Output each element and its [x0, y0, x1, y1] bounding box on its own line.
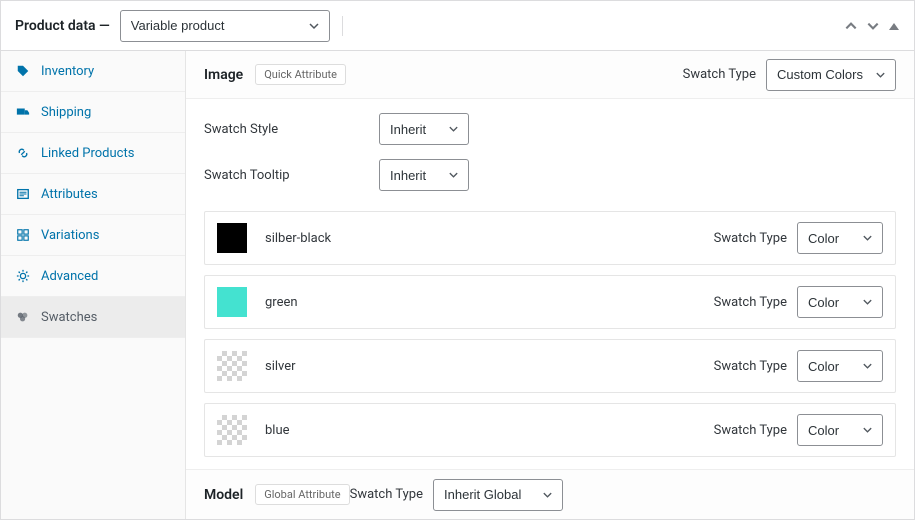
- sidebar-item-linked-products[interactable]: Linked Products: [1, 133, 185, 174]
- sidebar-item-label: Linked Products: [41, 146, 134, 161]
- option-label: Swatch Style: [204, 122, 379, 137]
- swatch-type-label: Swatch Type: [683, 67, 756, 82]
- row-swatch-type-label: Swatch Type: [714, 231, 787, 246]
- product-type-select[interactable]: Variable product: [120, 10, 330, 42]
- option-label: Swatch Tooltip: [204, 168, 379, 183]
- triangle-up-icon[interactable]: [888, 20, 900, 32]
- color-row[interactable]: blue Swatch Type Color: [204, 403, 896, 457]
- section-title: Image: [204, 67, 243, 83]
- sidebar-item-variations[interactable]: Variations: [1, 215, 185, 256]
- sidebar-item-inventory[interactable]: Inventory: [1, 51, 185, 92]
- color-swatch: [217, 351, 247, 381]
- color-name: silber-black: [265, 231, 331, 246]
- section-title: Model: [204, 487, 243, 503]
- option-swatch-tooltip: Swatch Tooltip Inherit: [204, 159, 896, 191]
- divider: [342, 16, 343, 36]
- attribute-badge: Quick Attribute: [255, 64, 346, 85]
- swatch-tooltip-select[interactable]: Inherit: [379, 159, 469, 191]
- section-header-model: Model Global Attribute Swatch Type Inher…: [186, 469, 914, 519]
- swatches-icon: [15, 309, 31, 325]
- row-swatch-type-select[interactable]: Color: [797, 222, 883, 254]
- sidebar-item-shipping[interactable]: Shipping: [1, 92, 185, 133]
- content-area: Image Quick Attribute Swatch Type Custom…: [186, 51, 914, 519]
- tag-icon: [15, 63, 31, 79]
- color-name: green: [265, 295, 298, 310]
- swatch-type-select[interactable]: Inherit Global: [433, 479, 563, 511]
- chevron-up-icon[interactable]: [844, 19, 858, 33]
- row-swatch-type-label: Swatch Type: [714, 423, 787, 438]
- color-name: silver: [265, 359, 296, 374]
- color-swatch: [217, 415, 247, 445]
- row-swatch-type-select[interactable]: Color: [797, 350, 883, 382]
- color-swatch: [217, 223, 247, 253]
- attribute-badge: Global Attribute: [255, 484, 349, 505]
- color-list: silber-black Swatch Type Color green Swa…: [186, 211, 914, 467]
- truck-icon: [15, 104, 31, 120]
- options-block: Swatch Style Inherit Swatch Tooltip Inhe…: [186, 99, 914, 211]
- sidebar-item-label: Inventory: [41, 64, 94, 79]
- row-swatch-type-label: Swatch Type: [714, 359, 787, 374]
- color-row[interactable]: silver Swatch Type Color: [204, 339, 896, 393]
- row-swatch-type-select[interactable]: Color: [797, 286, 883, 318]
- sidebar-item-swatches[interactable]: Swatches: [1, 297, 185, 338]
- sidebar-item-label: Attributes: [41, 187, 98, 202]
- row-swatch-type-label: Swatch Type: [714, 295, 787, 310]
- color-row[interactable]: green Swatch Type Color: [204, 275, 896, 329]
- list-icon: [15, 186, 31, 202]
- row-swatch-type-select[interactable]: Color: [797, 414, 883, 446]
- link-icon: [15, 145, 31, 161]
- panel-header: Product data — Variable product: [1, 1, 914, 51]
- option-swatch-style: Swatch Style Inherit: [204, 113, 896, 145]
- color-name: blue: [265, 423, 290, 438]
- swatch-style-select[interactable]: Inherit: [379, 113, 469, 145]
- product-data-sidebar: Inventory Shipping Linked Products Attri…: [1, 51, 186, 519]
- swatch-type-select[interactable]: Custom Colors: [766, 59, 896, 91]
- sidebar-item-label: Variations: [41, 228, 99, 243]
- sidebar-item-label: Advanced: [41, 269, 98, 284]
- grid-icon: [15, 227, 31, 243]
- panel-title: Product data —: [15, 18, 110, 34]
- color-swatch: [217, 287, 247, 317]
- color-row[interactable]: silber-black Swatch Type Color: [204, 211, 896, 265]
- section-header-image: Image Quick Attribute Swatch Type Custom…: [186, 51, 914, 99]
- sidebar-item-label: Swatches: [41, 310, 97, 325]
- sidebar-item-attributes[interactable]: Attributes: [1, 174, 185, 215]
- sidebar-item-label: Shipping: [41, 105, 91, 120]
- sidebar-item-advanced[interactable]: Advanced: [1, 256, 185, 297]
- product-data-panel: Product data — Variable product Inventor…: [0, 0, 915, 520]
- swatch-type-label: Swatch Type: [350, 487, 423, 502]
- gear-icon: [15, 268, 31, 284]
- chevron-down-icon[interactable]: [866, 19, 880, 33]
